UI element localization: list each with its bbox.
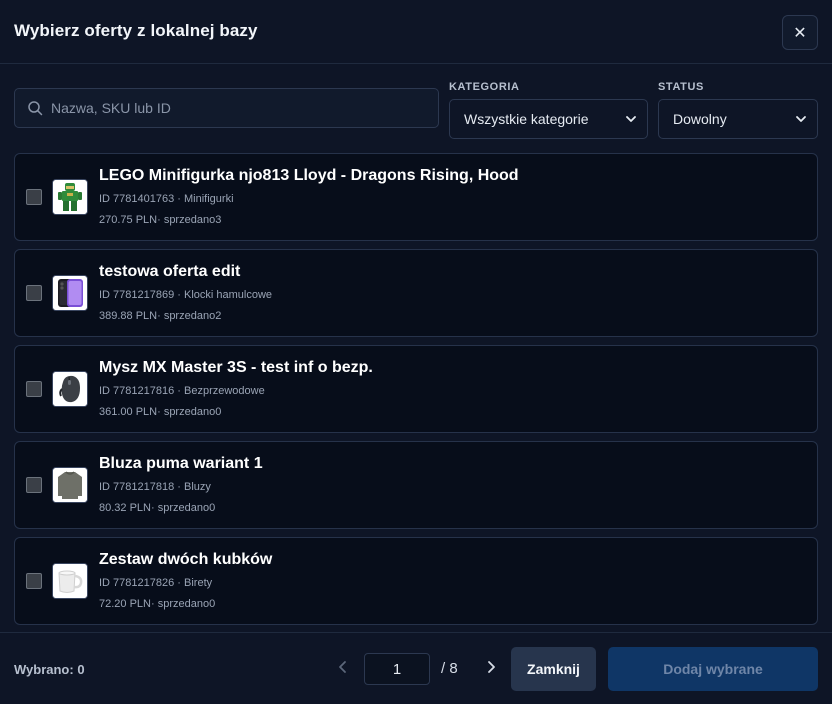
offer-name: Mysz MX Master 3S - test inf o bezp. <box>99 359 373 376</box>
page-total: / 8 <box>441 660 458 677</box>
close-icon: ✕ <box>793 24 807 42</box>
search-input[interactable] <box>51 89 431 127</box>
offer-meta: ID 7781217816 · Bezprzewodowe <box>99 385 265 397</box>
offer-price: 72.20 PLN· sprzedano0 <box>99 598 216 610</box>
status-select-value: Dowolny <box>673 111 727 127</box>
offer-meta: ID 7781217818 · Bluzy <box>99 481 211 493</box>
mouse-image <box>52 371 88 407</box>
offer-picker-modal: Wybierz oferty z lokalnej bazy ✕ KATEGOR… <box>0 0 832 704</box>
offer-checkbox[interactable] <box>26 381 42 397</box>
selected-count: Wybrano: 0 <box>14 662 85 677</box>
offer-price: 270.75 PLN· sprzedano3 <box>99 214 222 226</box>
offer-price: 80.32 PLN· sprzedano0 <box>99 502 216 514</box>
offer-price: 389.88 PLN· sprzedano2 <box>99 310 222 322</box>
offer-checkbox[interactable] <box>26 477 42 493</box>
page-number-input[interactable] <box>364 653 430 685</box>
chevron-down-icon <box>796 116 806 122</box>
add-selected-button[interactable]: Dodaj wybrane <box>608 647 818 691</box>
modal-title: Wybierz oferty z lokalnej bazy <box>14 21 258 40</box>
category-label: KATEGORIA <box>449 81 520 93</box>
offer-checkbox[interactable] <box>26 189 42 205</box>
lego-minifigure-image <box>52 179 88 215</box>
offer-meta: ID 7781217826 · Birety <box>99 577 213 589</box>
offer-name: Zestaw dwóch kubków <box>99 551 273 568</box>
category-select[interactable]: Wszystkie kategorie <box>449 99 648 139</box>
status-select[interactable]: Dowolny <box>658 99 818 139</box>
offer-list-item[interactable]: Bluza puma wariant 1 ID 7781217818 · Blu… <box>14 441 818 529</box>
modal-footer: Wybrano: 0 / 8 Zamknij Dodaj wybrane <box>0 632 832 704</box>
close-modal-button[interactable]: Zamknij <box>511 647 596 691</box>
mug-image <box>52 563 88 599</box>
search-icon <box>28 101 43 116</box>
offer-meta: ID 7781401763 · Minifigurki <box>99 193 234 205</box>
chevron-left-icon[interactable] <box>335 659 351 675</box>
sweatshirt-image <box>52 467 88 503</box>
chevron-right-icon[interactable] <box>483 659 499 675</box>
offer-name: LEGO Minifigurka njo813 Lloyd - Dragons … <box>99 167 519 184</box>
close-button[interactable]: ✕ <box>782 15 818 50</box>
offer-checkbox[interactable] <box>26 573 42 589</box>
chevron-down-icon <box>626 116 636 122</box>
offer-list-item[interactable]: testowa oferta edit ID 7781217869 · Kloc… <box>14 249 818 337</box>
offer-list-item[interactable]: Zestaw dwóch kubków ID 7781217826 · Bire… <box>14 537 818 625</box>
offer-checkbox[interactable] <box>26 285 42 301</box>
offer-price: 361.00 PLN· sprzedano0 <box>99 406 222 418</box>
category-select-value: Wszystkie kategorie <box>464 111 589 127</box>
search-field[interactable] <box>14 88 439 128</box>
status-label: STATUS <box>658 81 704 93</box>
offer-meta: ID 7781217869 · Klocki hamulcowe <box>99 289 273 301</box>
smartphone-image <box>52 275 88 311</box>
offer-name: Bluza puma wariant 1 <box>99 455 263 472</box>
offer-name: testowa oferta edit <box>99 263 241 280</box>
offer-list-item[interactable]: Mysz MX Master 3S - test inf o bezp. ID … <box>14 345 818 433</box>
offer-list-item[interactable]: LEGO Minifigurka njo813 Lloyd - Dragons … <box>14 153 818 241</box>
modal-header: Wybierz oferty z lokalnej bazy ✕ <box>0 0 832 64</box>
filters-bar: KATEGORIA Wszystkie kategorie STATUS Dow… <box>0 64 832 144</box>
